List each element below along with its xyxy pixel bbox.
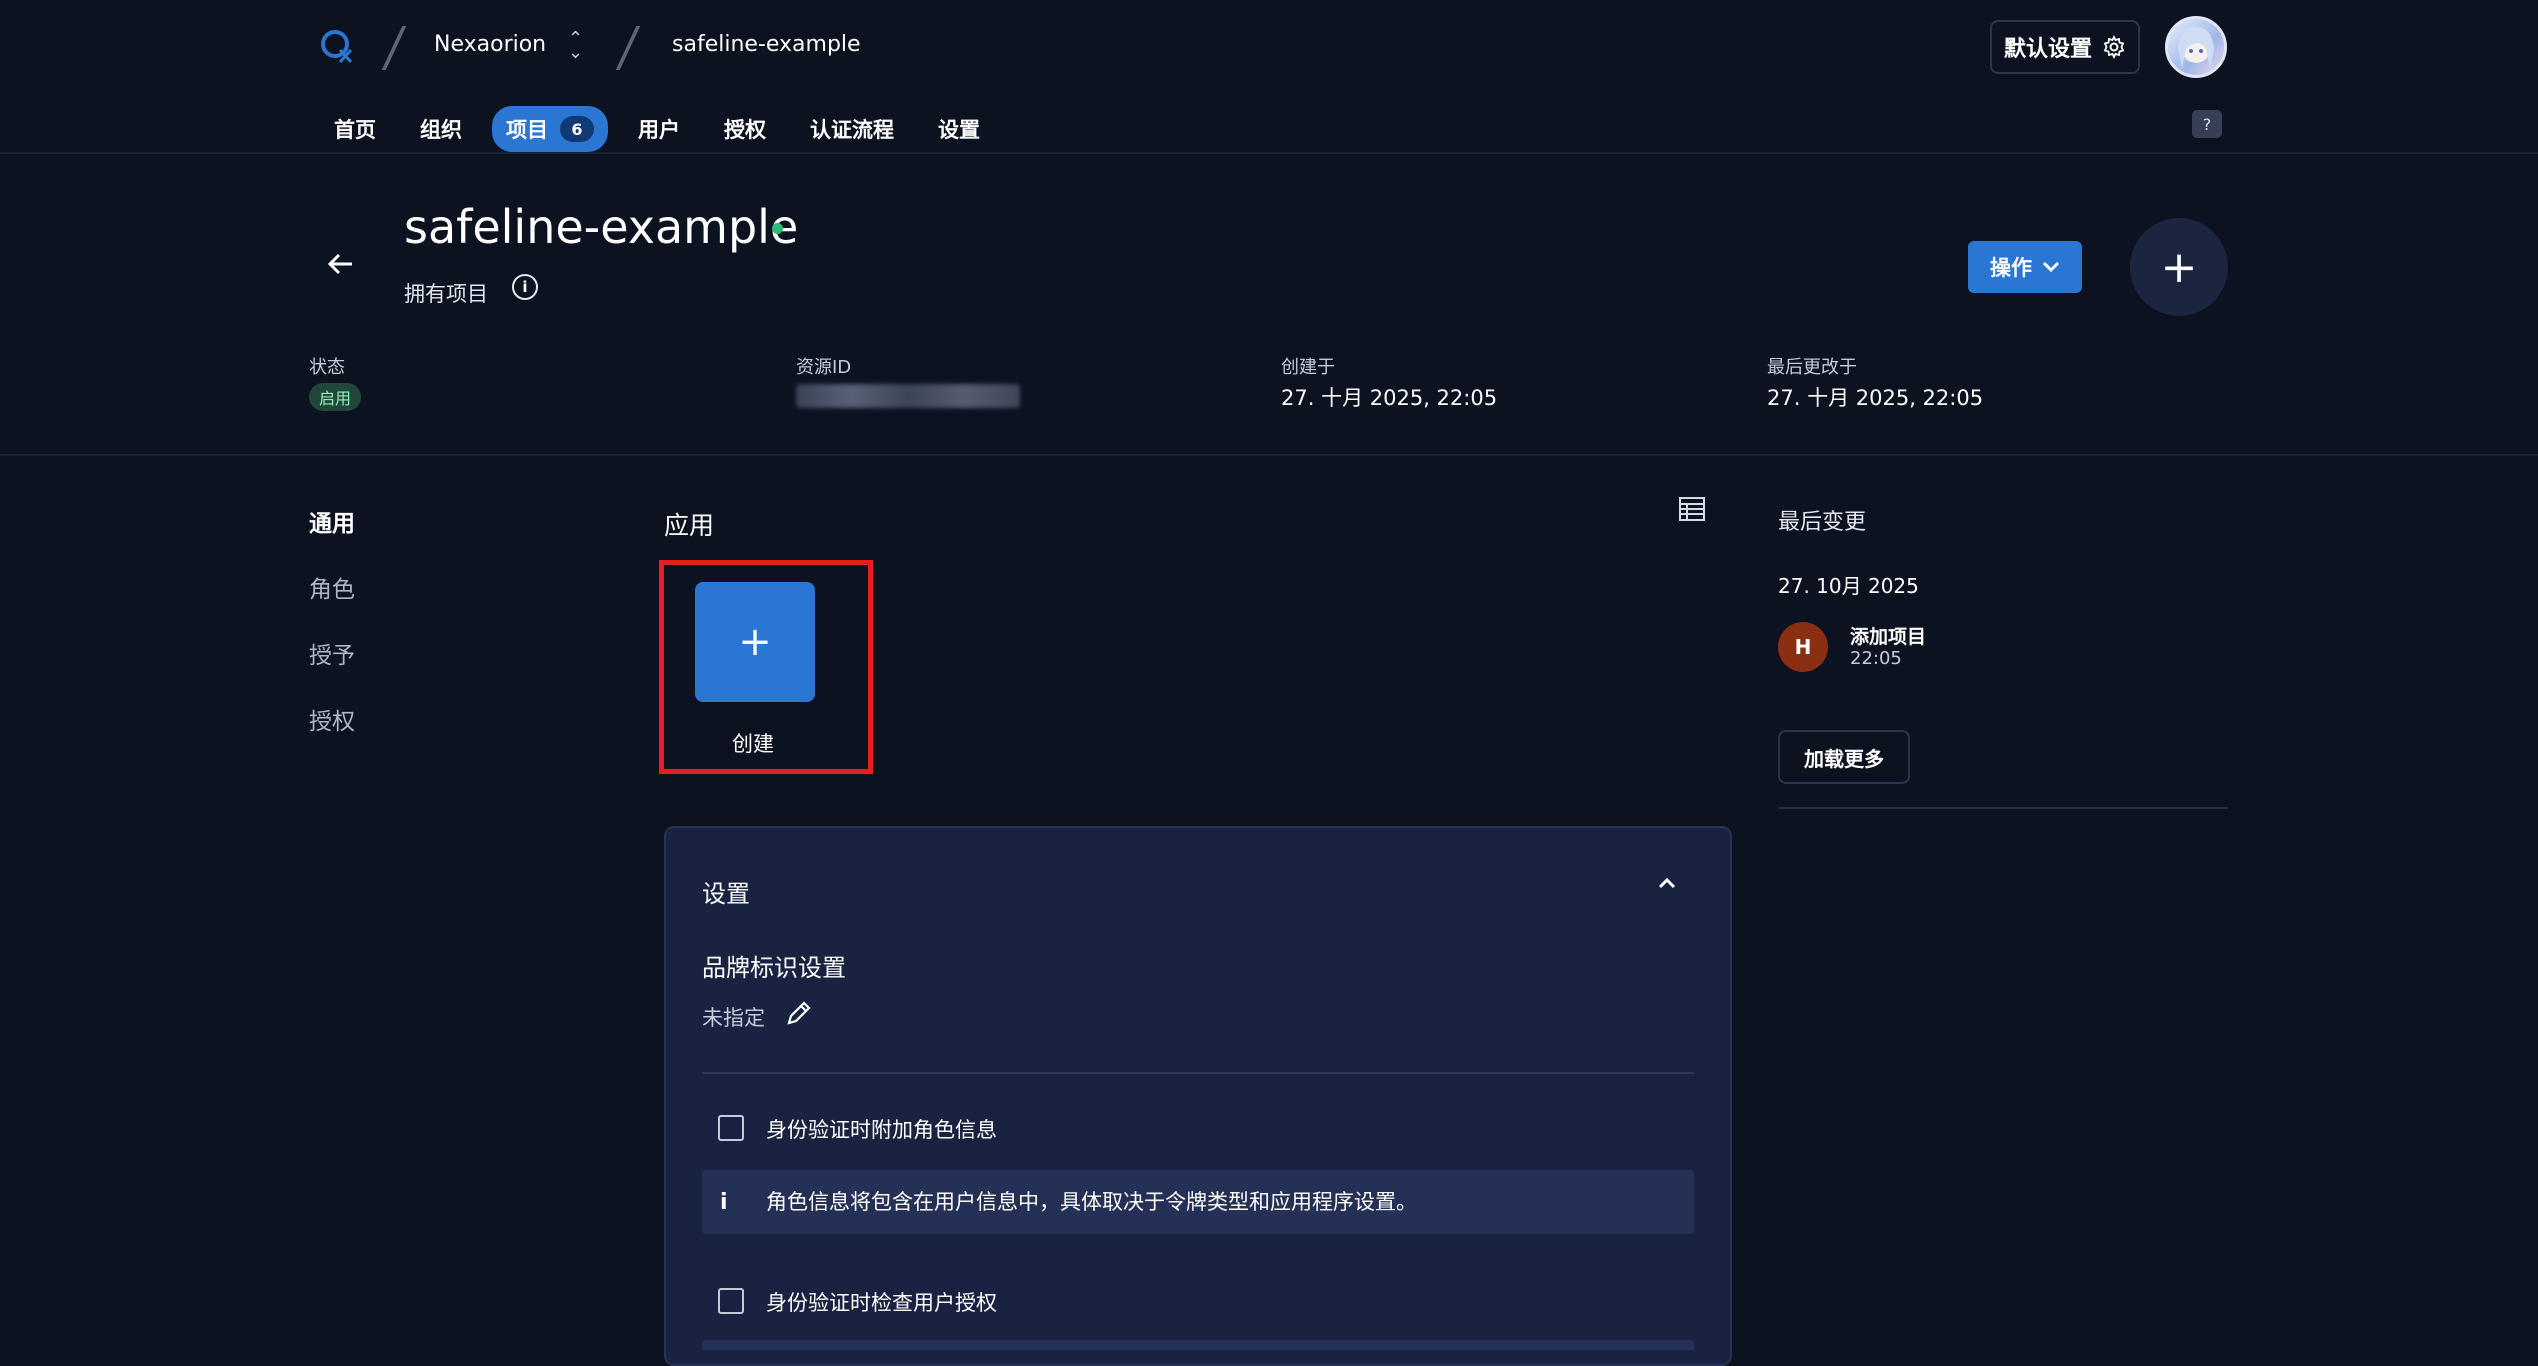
nav-home[interactable]: 首页 [320,106,390,152]
info-icon[interactable]: i [512,274,538,300]
settings-title: 设置 [702,880,750,908]
authorization-check-label: 身份验证时检查用户授权 [766,1291,997,1315]
add-button[interactable]: + [2130,218,2228,316]
nav-settings-label: 设置 [938,118,980,142]
created-label: 创建于 [1281,357,1335,378]
info-i-icon: i [720,1190,728,1215]
main-nav: 首页 组织 项目 6 用户 授权 认证流程 设置 [320,106,1010,152]
sidenav-roles[interactable]: 角色 [309,570,355,604]
change-item: 添加项目 [1850,626,1927,648]
resource-id-label: 资源ID [796,357,852,378]
nav-authorizations[interactable]: 授权 [710,106,780,152]
back-arrow-icon[interactable] [326,244,356,288]
help-button[interactable]: ? [2192,110,2222,138]
change-date: 27. 10月 2025 [1778,574,1919,598]
sidenav-general[interactable]: 通用 [309,504,355,538]
gear-icon [2103,35,2125,59]
resource-id-value-redacted [796,384,1020,408]
projects-count-badge: 6 [560,116,594,142]
nav-authorizations-label: 授权 [724,118,766,142]
project-breadcrumb[interactable]: safeline-example [672,32,861,57]
activity-divider [1778,807,2228,809]
nav-organization-label: 组织 [420,118,462,142]
actions-button-label: 操作 [1990,256,2032,280]
change-time: 22:05 [1850,648,1902,669]
status-dot [772,223,783,234]
nav-projects-label: 项目 [506,118,548,142]
authorization-check-checkbox[interactable] [718,1288,744,1314]
settings-card [664,826,1732,1366]
nav-actions-label: 认证流程 [810,118,894,142]
state-label: 状态 [309,357,345,378]
info-box-text: 角色信息将包含在用户信息中，具体取决于令牌类型和应用程序设置。 [766,1190,1417,1214]
actions-button[interactable]: 操作 [1968,241,2082,293]
org-breadcrumb[interactable]: Nexaorion [434,32,546,57]
last-changes-title: 最后变更 [1778,510,1867,535]
info-box-2 [702,1340,1694,1350]
role-assertion-label: 身份验证时附加角色信息 [766,1118,997,1142]
nav-home-label: 首页 [334,118,376,142]
divider [702,1072,1694,1074]
nav-organization[interactable]: 组织 [406,106,476,152]
status-badge: 启用 [309,383,362,411]
sidenav-authorizations[interactable]: 授权 [309,702,355,736]
user-avatar[interactable] [2165,16,2227,78]
change-avatar: H [1778,622,1828,672]
table-view-icon[interactable] [1678,496,1706,522]
default-settings-button[interactable]: 默认设置 [1990,20,2140,74]
modified-label: 最后更改于 [1767,357,1857,378]
branding-settings-title: 品牌标识设置 [702,954,846,982]
sidenav-grants[interactable]: 授予 [309,636,355,670]
page-subtitle: 拥有项目 [404,282,488,306]
nav-projects[interactable]: 项目 6 [492,106,608,152]
created-value: 27. 十月 2025, 22:05 [1281,386,1498,410]
nav-settings[interactable]: 设置 [924,106,994,152]
load-more-button[interactable]: 加载更多 [1778,730,1910,784]
page-title: safeline-example [404,200,799,254]
branding-value: 未指定 [702,1006,765,1030]
avatar-image-icon [2178,26,2214,69]
role-assertion-checkbox[interactable] [718,1115,744,1141]
apps-section-title: 应用 [664,511,715,540]
nav-actions[interactable]: 认证流程 [796,106,908,152]
edit-pencil-icon[interactable] [784,998,814,1028]
chevron-up-icon[interactable] [1656,872,1678,894]
switch-org-icon[interactable]: ⌃ ⌄ [568,30,583,62]
highlight-box [659,560,873,774]
modified-value: 27. 十月 2025, 22:05 [1767,386,1984,410]
nav-users-label: 用户 [638,118,680,142]
nav-users[interactable]: 用户 [624,106,694,152]
default-settings-label: 默认设置 [2003,37,2092,62]
zitadel-logo-icon[interactable] [318,26,358,66]
chevron-down-icon [2042,261,2060,273]
